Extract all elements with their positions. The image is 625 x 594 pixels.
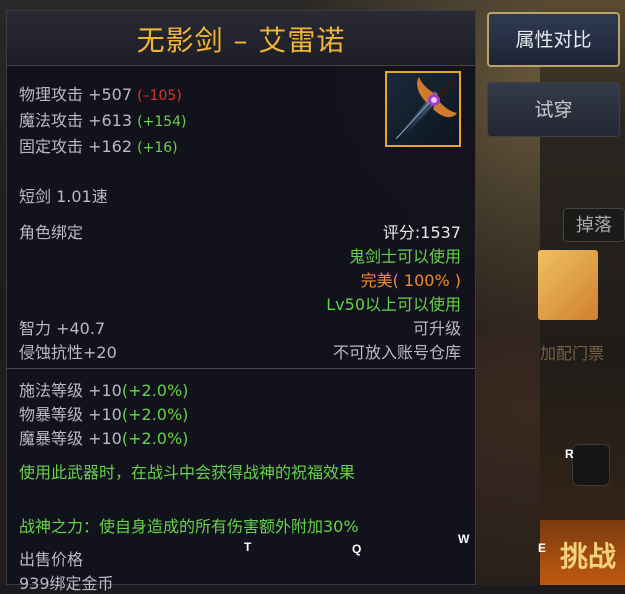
level-bonus: (+2.0%) bbox=[121, 429, 189, 448]
compare-button[interactable]: 属性对比 bbox=[487, 12, 620, 67]
corrosion-resist: 侵蚀抗性+20 bbox=[19, 343, 117, 362]
level-requirement: Lv50以上可以使用 bbox=[326, 295, 461, 314]
stat-label: 魔法攻击 +613 bbox=[19, 111, 133, 130]
item-score: 评分:1537 bbox=[382, 223, 461, 242]
hotkey-w: W bbox=[458, 532, 470, 546]
item-quality: 完美( 100% ) bbox=[360, 271, 461, 290]
level-bonus: (+2.0%) bbox=[121, 381, 189, 400]
binding: 角色绑定 bbox=[19, 223, 84, 242]
sword-icon bbox=[385, 71, 461, 147]
stat-label: 物理攻击 +507 bbox=[19, 85, 133, 104]
background-card-image bbox=[538, 250, 598, 320]
item-name: 无影剑 – 艾雷诺 bbox=[136, 24, 346, 57]
usable-class: 鬼剑士可以使用 bbox=[348, 247, 461, 266]
hotkey-r: R bbox=[565, 447, 574, 461]
stat-delta: (+16) bbox=[137, 140, 178, 156]
skill-slot[interactable] bbox=[572, 444, 610, 486]
background-dropdown: 掉落 bbox=[563, 208, 625, 242]
stat-fixed-attack: 固定攻击 +162 (+16) bbox=[19, 133, 178, 157]
storage-restriction: 不可放入账号仓库 bbox=[332, 343, 461, 362]
background-challenge-label: 挑战 bbox=[560, 540, 617, 573]
background-card-label: 加配门票 bbox=[540, 344, 605, 363]
hotkey-e: E bbox=[538, 541, 547, 555]
hotkey-t: T bbox=[244, 540, 252, 554]
divider bbox=[7, 368, 475, 369]
upgradable: 可升级 bbox=[412, 319, 461, 338]
weapon-type: 短剑 1.01速 bbox=[19, 187, 108, 206]
level-label: 魔暴等级 +10 bbox=[19, 429, 122, 448]
item-tooltip: 无影剑 – 艾雷诺 物理攻击 +507 (–105) 魔法攻击 +613 (+1… bbox=[6, 10, 476, 593]
stat-magic-attack: 魔法攻击 +613 (+154) bbox=[19, 107, 187, 131]
level-label: 物暴等级 +10 bbox=[19, 405, 122, 424]
tooltip-title-bar: 无影剑 – 艾雷诺 bbox=[7, 11, 475, 66]
stat-delta: (–105) bbox=[137, 88, 182, 104]
sell-price-value: 939绑定金币 bbox=[19, 574, 114, 593]
stat-label: 固定攻击 +162 bbox=[19, 137, 133, 156]
war-god-effect: 战神之力：使自身造成的所有伤害额外附加30% bbox=[19, 517, 359, 536]
intelligence-stat: 智力 +40.7 bbox=[19, 319, 106, 338]
magic-crit-level: 魔暴等级 +10(+2.0%) bbox=[19, 425, 188, 449]
stat-physical-attack: 物理攻击 +507 (–105) bbox=[19, 81, 182, 105]
cast-level: 施法等级 +10(+2.0%) bbox=[19, 377, 188, 401]
hotkey-q: Q bbox=[352, 542, 362, 556]
try-on-button[interactable]: 试穿 bbox=[487, 82, 620, 137]
phys-crit-level: 物暴等级 +10(+2.0%) bbox=[19, 401, 188, 425]
level-label: 施法等级 +10 bbox=[19, 381, 122, 400]
weapon-effect: 使用此武器时，在战斗中会获得战神的祝福效果 bbox=[19, 463, 356, 482]
sell-price-label: 出售价格 bbox=[19, 550, 84, 569]
stat-delta: (+154) bbox=[137, 114, 187, 130]
level-bonus: (+2.0%) bbox=[121, 405, 189, 424]
